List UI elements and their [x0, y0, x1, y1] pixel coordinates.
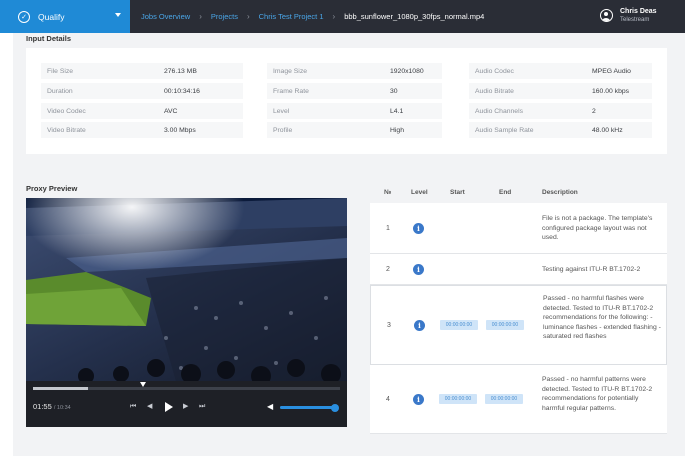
start-timecode[interactable]: 00:00:00:00 [439, 394, 477, 404]
breadcrumb-current-file: bbb_sunflower_1080p_30fps_normal.mp4 [344, 12, 485, 21]
volume-icon[interactable]: ◀ [267, 402, 273, 411]
volume-level [280, 406, 336, 409]
info-level-icon: i [413, 223, 424, 234]
detail-audio-sample-rate: Audio Sample Rate 48.00 kHz [469, 122, 652, 138]
seek-bar[interactable] [33, 387, 340, 390]
detail-file-size: File Size 276.13 MB [41, 63, 243, 79]
current-time: 01:55 [33, 402, 52, 411]
detail-video-codec: Video Codec AVC [41, 103, 243, 119]
breadcrumb-project[interactable]: Chris Test Project 1 [259, 12, 324, 21]
step-forward-icon[interactable]: ▶ [183, 403, 188, 411]
user-organization: Telestream [620, 17, 650, 23]
detail-audio-bitrate: Audio Bitrate 160.00 kbps [469, 83, 652, 99]
app-menu-button[interactable]: ✓ Qualify [0, 0, 130, 33]
check-circle-icon: ✓ [18, 10, 30, 23]
top-navigation-bar: ✓ Qualify Jobs Overview › Projects › Chr… [0, 0, 685, 33]
chevron-right-icon: › [199, 12, 202, 21]
detail-audio-codec: Audio Codec MPEG Audio [469, 63, 652, 79]
user-menu[interactable]: Chris Deas Telestream [600, 7, 657, 24]
detail-profile: Profile High [267, 122, 442, 138]
column-header-end: End [499, 189, 512, 196]
detail-level: Level L4.1 [267, 103, 442, 119]
proxy-preview-title: Proxy Preview [26, 184, 78, 193]
info-level-icon: i [413, 394, 424, 405]
skip-to-end-icon[interactable]: ⏭ [199, 403, 205, 411]
breadcrumb: Jobs Overview › Projects › Chris Test Pr… [141, 0, 484, 33]
column-header-number: № [384, 189, 392, 196]
total-duration: / 10:34 [53, 405, 71, 411]
breadcrumb-jobs-overview[interactable]: Jobs Overview [141, 12, 190, 21]
row-number: 3 [387, 322, 391, 329]
row-description: Passed - no harmful patterns were detect… [542, 376, 653, 412]
user-name: Chris Deas [620, 8, 657, 15]
volume-slider[interactable] [280, 403, 340, 412]
row-description: Testing against ITU-R BT.1702-2 [542, 266, 641, 273]
breadcrumb-projects[interactable]: Projects [211, 12, 238, 21]
table-row[interactable]: 4 i 00:00:00:00 00:00:00:00 Passed - no … [370, 365, 667, 434]
play-icon[interactable] [165, 402, 173, 412]
row-description: File is not a package. The template's co… [542, 215, 653, 241]
row-number: 4 [386, 396, 390, 403]
app-menu-label: Qualify [38, 11, 65, 22]
column-header-level: Level [411, 189, 428, 196]
results-table: 1 i File is not a package. The template'… [370, 203, 667, 434]
time-display: 01:55 / 10:34 [33, 402, 71, 411]
video-frame[interactable] [26, 198, 347, 381]
detail-audio-channels: Audio Channels 2 [469, 103, 652, 119]
table-row[interactable]: 3 i 00:00:00:00 00:00:00:00 Passed - no … [370, 285, 667, 365]
row-number: 1 [386, 225, 390, 232]
row-description: Passed - no harmful flashes were detecte… [543, 295, 661, 340]
seek-bar-progress [33, 387, 89, 390]
info-level-icon: i [414, 320, 425, 331]
video-player: 01:55 / 10:34 ⏮ ◀ ▶ ⏭ ◀ [26, 198, 347, 427]
end-timecode[interactable]: 00:00:00:00 [486, 320, 524, 330]
detail-duration: Duration 00:10:34:16 [41, 83, 243, 99]
row-number: 2 [386, 266, 390, 273]
skip-to-start-icon[interactable]: ⏮ [130, 403, 136, 411]
column-header-description: Description [542, 189, 578, 196]
chevron-right-icon: › [332, 12, 336, 21]
chevron-right-icon: › [246, 12, 250, 21]
end-timecode[interactable]: 00:00:00:00 [485, 394, 523, 404]
stadium-frame-image [26, 198, 347, 381]
user-avatar-icon [600, 9, 613, 22]
volume-handle[interactable] [331, 403, 340, 412]
seek-handle[interactable] [139, 382, 146, 387]
start-timecode[interactable]: 00:00:00:00 [440, 320, 478, 330]
table-row[interactable]: 1 i File is not a package. The template'… [370, 203, 667, 254]
detail-frame-rate: Frame Rate 30 [267, 83, 442, 99]
chevron-down-icon [115, 13, 121, 17]
player-controls: 01:55 / 10:34 ⏮ ◀ ▶ ⏭ ◀ [26, 381, 347, 427]
column-header-start: Start [450, 189, 465, 196]
step-back-icon[interactable]: ◀ [147, 403, 152, 411]
info-level-icon: i [413, 264, 424, 275]
detail-video-bitrate: Video Bitrate 3.00 Mbps [41, 122, 243, 138]
detail-image-size: Image Size 1920x1080 [267, 63, 442, 79]
table-row[interactable]: 2 i Testing against ITU-R BT.1702-2 [370, 254, 667, 285]
input-details-title: Input Details [26, 34, 72, 43]
